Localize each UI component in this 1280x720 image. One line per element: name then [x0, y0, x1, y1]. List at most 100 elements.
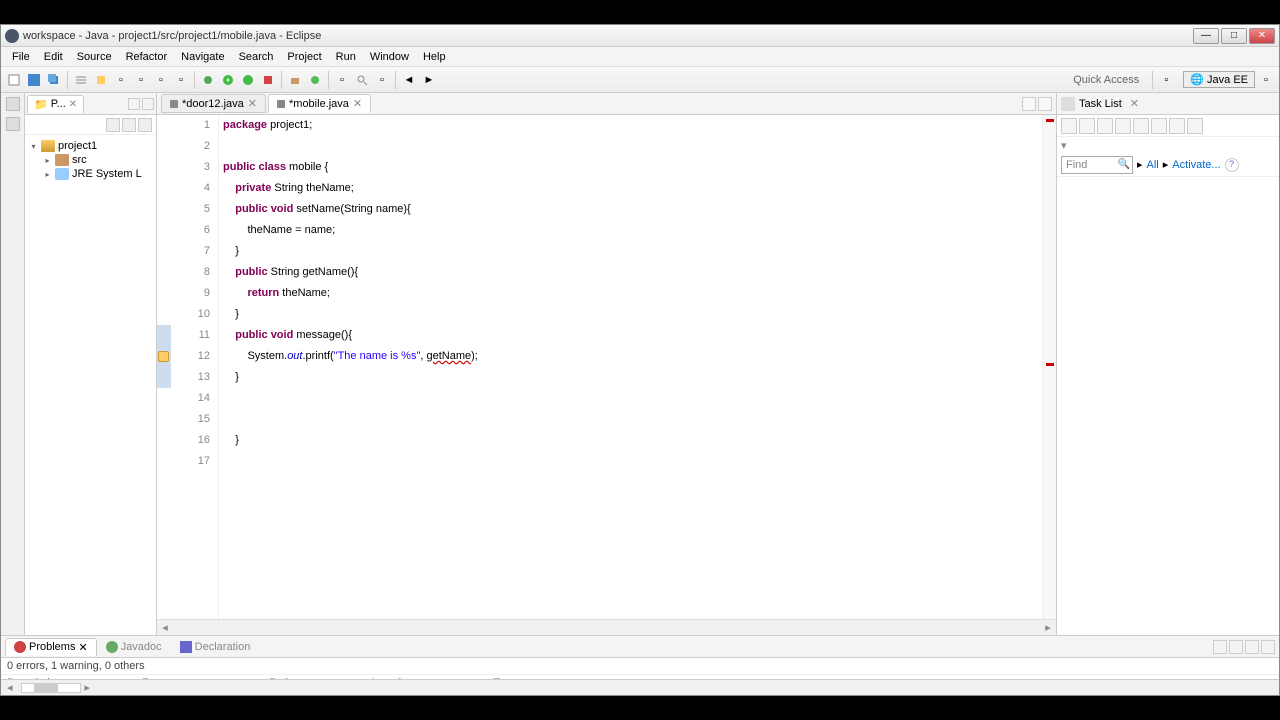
annotation-button[interactable]: ▫: [373, 71, 391, 89]
build-button[interactable]: [92, 71, 110, 89]
minimize-view-button[interactable]: [1245, 640, 1259, 654]
find-input[interactable]: Find 🔍: [1061, 156, 1133, 174]
menu-run[interactable]: Run: [329, 49, 363, 65]
back-button[interactable]: ◄: [400, 71, 418, 89]
task-tb-8[interactable]: [1187, 118, 1203, 134]
quick-access[interactable]: Quick Access: [1064, 71, 1148, 89]
bottom-tab-declaration[interactable]: Declaration: [171, 638, 260, 656]
save-all-button[interactable]: [45, 71, 63, 89]
chevron-down-icon[interactable]: ▾: [1061, 140, 1067, 152]
minimize-editor-button[interactable]: [1022, 97, 1036, 111]
search-button[interactable]: [353, 71, 371, 89]
maximize-button[interactable]: □: [1221, 28, 1247, 44]
link-editor-button[interactable]: [122, 118, 136, 132]
menu-project[interactable]: Project: [280, 49, 328, 65]
tab-icon: [106, 641, 118, 653]
task-tb-2[interactable]: [1079, 118, 1095, 134]
editor-area: *door12.java✕*mobile.java✕ 1234567891011…: [157, 93, 1057, 635]
expand-icon[interactable]: ▾: [29, 142, 38, 151]
scroll-right-icon[interactable]: ▸: [1040, 621, 1056, 634]
maximize-view-button[interactable]: [142, 98, 154, 110]
editor-tabs: *door12.java✕*mobile.java✕: [157, 93, 1056, 115]
tool-button-2[interactable]: ▫: [132, 71, 150, 89]
scroll-right-icon[interactable]: ▸: [85, 681, 91, 694]
all-link[interactable]: All: [1147, 159, 1159, 171]
menu-source[interactable]: Source: [70, 49, 119, 65]
bottom-tb-1[interactable]: [1213, 640, 1227, 654]
save-button[interactable]: [25, 71, 43, 89]
task-tb-4[interactable]: [1115, 118, 1131, 134]
editor-tab[interactable]: *mobile.java✕: [268, 94, 371, 113]
close-tab-icon[interactable]: ✕: [78, 641, 87, 654]
trim-item[interactable]: [6, 97, 20, 111]
minimize-button[interactable]: —: [1193, 28, 1219, 44]
close-view-icon[interactable]: ✕: [1130, 97, 1139, 110]
new-package-button[interactable]: [286, 71, 304, 89]
debug-button[interactable]: [199, 71, 217, 89]
menu-help[interactable]: Help: [416, 49, 453, 65]
error-marker[interactable]: [1046, 363, 1054, 366]
explorer-tab[interactable]: 📁 P... ✕: [27, 95, 84, 113]
code-text[interactable]: package project1; public class mobile { …: [219, 115, 1042, 619]
bottom-tab-javadoc[interactable]: Javadoc: [97, 638, 171, 656]
close-tab-icon[interactable]: ✕: [69, 99, 77, 110]
view-menu-button[interactable]: [138, 118, 152, 132]
bottom-tab-problems[interactable]: Problems ✕: [5, 638, 97, 656]
help-icon[interactable]: ?: [1225, 158, 1239, 172]
task-tb-6[interactable]: [1151, 118, 1167, 134]
expand-icon[interactable]: ▸: [43, 156, 52, 165]
scroll-left-icon[interactable]: ◂: [7, 681, 13, 694]
open-type-button[interactable]: ▫: [333, 71, 351, 89]
task-tb-3[interactable]: [1097, 118, 1113, 134]
task-list-icon: [1061, 97, 1075, 111]
expand-icon[interactable]: ▸: [43, 170, 52, 179]
forward-button[interactable]: ►: [420, 71, 438, 89]
bottom-tb-2[interactable]: [1229, 640, 1243, 654]
tool-button-4[interactable]: ▫: [172, 71, 190, 89]
tree-src[interactable]: ▸ src: [29, 153, 152, 167]
menu-edit[interactable]: Edit: [37, 49, 70, 65]
menu-window[interactable]: Window: [363, 49, 416, 65]
toggle-breadcrumb-button[interactable]: [72, 71, 90, 89]
run-button[interactable]: [219, 71, 237, 89]
collapse-all-button[interactable]: [106, 118, 120, 132]
perspective-java[interactable]: ▫: [1257, 71, 1275, 89]
horizontal-scrollbar[interactable]: ◂ ▸: [157, 619, 1056, 635]
perspective-javaee[interactable]: 🌐 Java EE: [1183, 71, 1255, 88]
task-list-title: Task List: [1079, 98, 1122, 110]
library-icon: [55, 168, 69, 180]
new-button[interactable]: [5, 71, 23, 89]
menu-navigate[interactable]: Navigate: [174, 49, 231, 65]
task-tb-7[interactable]: [1169, 118, 1185, 134]
menu-search[interactable]: Search: [232, 49, 281, 65]
trim-item[interactable]: [6, 117, 20, 131]
task-tb-5[interactable]: [1133, 118, 1149, 134]
maximize-editor-button[interactable]: [1038, 97, 1052, 111]
tool-button-3[interactable]: ▫: [152, 71, 170, 89]
task-tb-1[interactable]: [1061, 118, 1077, 134]
external-tools-button[interactable]: [259, 71, 277, 89]
task-list-view: Task List ✕ ▾ Find 🔍 ▸ All: [1057, 93, 1279, 635]
error-marker[interactable]: [1046, 119, 1054, 122]
status-scrollbar[interactable]: [21, 683, 81, 693]
menu-refactor[interactable]: Refactor: [119, 49, 175, 65]
close-button[interactable]: ✕: [1249, 28, 1275, 44]
open-perspective-button[interactable]: ▫: [1157, 71, 1175, 89]
run-last-button[interactable]: [239, 71, 257, 89]
tool-button[interactable]: ▫: [112, 71, 130, 89]
maximize-view-button[interactable]: [1261, 640, 1275, 654]
tree-jre[interactable]: ▸ JRE System L: [29, 167, 152, 181]
search-icon: 🔍: [1118, 159, 1130, 170]
close-tab-icon[interactable]: ✕: [248, 97, 257, 110]
code-editor[interactable]: 1234567891011121314151617 package projec…: [157, 115, 1056, 619]
tree-project[interactable]: ▾ project1: [29, 139, 152, 153]
activate-link[interactable]: Activate...: [1172, 159, 1220, 171]
editor-tab[interactable]: *door12.java✕: [161, 94, 266, 113]
project-tree: ▾ project1 ▸ src ▸ JRE System L: [25, 135, 156, 185]
new-class-button[interactable]: [306, 71, 324, 89]
menu-file[interactable]: File: [5, 49, 37, 65]
scroll-left-icon[interactable]: ◂: [157, 621, 173, 634]
minimize-view-button[interactable]: [128, 98, 140, 110]
warning-marker[interactable]: [158, 351, 169, 362]
close-tab-icon[interactable]: ✕: [353, 97, 362, 110]
